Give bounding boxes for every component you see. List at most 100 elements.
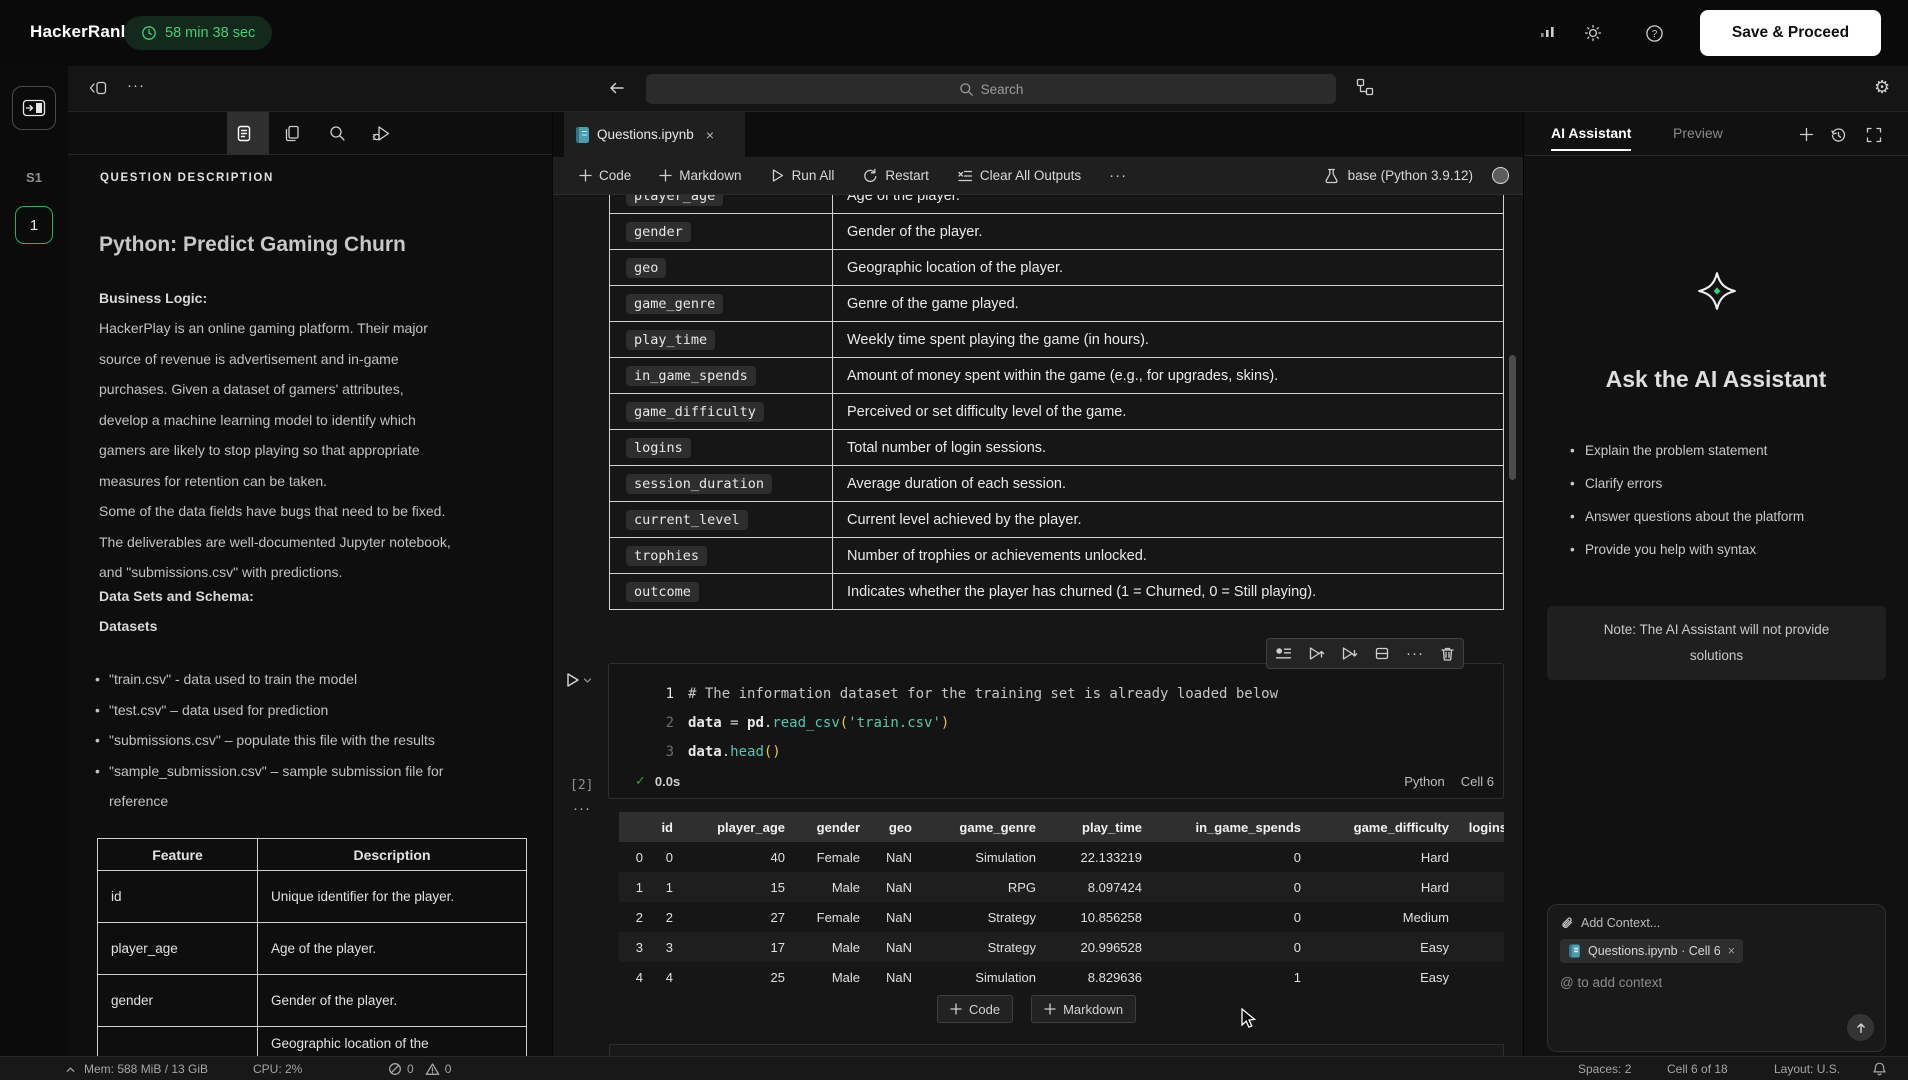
description-cell: Weekly time spent playing the game (in h… [833, 322, 1504, 358]
kernel-picker[interactable]: base (Python 3.9.12) [1324, 167, 1509, 184]
cell-menu-icon[interactable] [1275, 646, 1292, 661]
table-row: 3317MaleNaNStrategy20.9965280Easy [619, 932, 1504, 962]
collapse-panel-icon[interactable] [88, 79, 108, 97]
tab-ai-assistant[interactable]: AI Assistant [1551, 125, 1631, 151]
problems-indicator[interactable]: 0 0 [388, 1057, 451, 1080]
notebook-scroll-area: player_ageAge of the player. genderGende… [553, 195, 1524, 1056]
next-cell-partial [609, 1044, 1504, 1056]
table-row: trophiesNumber of trophies or achievemen… [610, 538, 1504, 574]
fullscreen-icon[interactable] [1866, 127, 1882, 143]
code-editor[interactable]: 1 # The information dataset for the trai… [609, 679, 1503, 766]
run-cells-above-icon[interactable] [1308, 646, 1325, 661]
search-input[interactable]: Search [646, 74, 1336, 104]
assistant-note-text: Note: The AI Assistant will not provide … [1586, 617, 1848, 669]
new-chat-icon[interactable] [1799, 127, 1814, 142]
add-code-cell-button[interactable]: Code [937, 995, 1013, 1023]
cell-language[interactable]: Python [1404, 774, 1444, 789]
description-cell: Age of the player. [258, 923, 527, 975]
code-cell[interactable]: 1 # The information dataset for the trai… [608, 663, 1504, 799]
table-row: in_game_spendsAmount of money spent with… [610, 358, 1504, 394]
tab-search-icon[interactable] [329, 125, 346, 142]
index-cell: 4 [619, 962, 649, 992]
clear-all-outputs-button[interactable]: Clear All Outputs [957, 168, 1081, 184]
context-chip-label: Questions.ipynb · Cell 6 [1588, 944, 1721, 958]
gear-icon[interactable]: ⚙ [1874, 77, 1890, 97]
cell: NaN [866, 842, 918, 872]
tab-preview[interactable]: Preview [1673, 125, 1723, 141]
run-cell-and-below-icon[interactable] [1341, 646, 1358, 661]
timer-badge: 58 min 38 sec [124, 16, 272, 50]
cell: NaN [866, 932, 918, 962]
toolbar-more-icon[interactable]: ··· [1109, 167, 1127, 184]
run-cell-button[interactable] [565, 672, 592, 688]
workflow-icon[interactable] [1356, 78, 1374, 96]
run-icon [565, 672, 580, 688]
datasets-schema-label: Data Sets and Schema: [99, 588, 254, 604]
table-header-row: Feature Description [98, 839, 527, 871]
tab-description-icon[interactable] [236, 125, 252, 142]
code-token: data [688, 715, 722, 731]
table-row: geoGeographic location of the player. [610, 250, 1504, 286]
tab-questions-ipynb[interactable]: Questions.ipynb × [564, 112, 745, 157]
brightness-icon[interactable] [1584, 24, 1602, 42]
description-cell: Average duration of each session. [833, 466, 1504, 502]
dataframe-table: id player_age gender geo game_genre play… [619, 812, 1504, 992]
remove-context-icon[interactable]: × [1728, 944, 1735, 958]
save-proceed-button[interactable]: Save & Proceed [1700, 10, 1881, 56]
vertical-scrollbar[interactable] [1509, 355, 1516, 480]
tab-close-icon[interactable]: × [706, 127, 714, 143]
cell: 0 [1148, 842, 1307, 872]
spaces-setting[interactable]: Spaces: 2 [1578, 1057, 1631, 1080]
tab-debug-icon[interactable] [372, 125, 391, 142]
feature-chip: game_genre [626, 294, 723, 314]
cell: 2 [649, 902, 679, 932]
column-header: gender [791, 812, 866, 842]
table-row: 2227FemaleNaNStrategy10.8562580Medium [619, 902, 1504, 932]
code-line: 3 data.head() [609, 737, 1503, 766]
notebook-toolbar: Code Markdown Run All Restart Clear All … [553, 157, 1523, 195]
add-code-cell-label: Code [969, 1002, 1000, 1017]
statusbar-expand-button[interactable] [64, 1057, 77, 1080]
paragraph-1: HackerPlay is an online gaming platform.… [99, 313, 455, 496]
cell: Easy [1307, 932, 1455, 962]
run-all-button[interactable]: Run All [770, 168, 835, 183]
add-markdown-button[interactable]: Markdown [659, 168, 741, 183]
cell: Simulation [918, 962, 1042, 992]
delete-cell-icon[interactable] [1440, 646, 1455, 662]
cell: Simulation [918, 842, 1042, 872]
notifications-bell-icon[interactable] [1872, 1057, 1887, 1080]
table-row: genderGender of the player. [610, 214, 1504, 250]
split-cell-icon[interactable] [1374, 646, 1390, 661]
collapse-sidebar-button[interactable] [12, 86, 56, 130]
send-button[interactable] [1847, 1014, 1874, 1041]
description-cell: Amount of money spent within the game (e… [833, 358, 1504, 394]
restart-button[interactable]: Restart [862, 168, 929, 184]
line-number: 3 [609, 744, 674, 760]
context-chip[interactable]: Questions.ipynb · Cell 6 × [1560, 939, 1743, 963]
keyboard-layout[interactable]: Layout: U.S. [1774, 1057, 1840, 1080]
assistant-input-card[interactable]: Add Context... Questions.ipynb · Cell 6 … [1547, 904, 1886, 1052]
add-context-button[interactable]: Add Context... [1560, 916, 1873, 930]
signal-b级ars-icon[interactable] [1540, 24, 1556, 40]
column-header: in_game_spends [1148, 812, 1307, 842]
kernel-label: base (Python 3.9.12) [1348, 168, 1473, 183]
add-code-button[interactable]: Code [579, 168, 631, 183]
back-arrow-icon[interactable] [608, 80, 626, 96]
cell-more-icon[interactable]: ··· [1406, 645, 1424, 662]
column-header-description: Description [258, 839, 527, 871]
message-input-placeholder[interactable]: @ to add context [1560, 975, 1873, 990]
description-cell: Unique identifier for the player. [258, 871, 527, 923]
history-icon[interactable] [1830, 127, 1847, 144]
tab-files-icon[interactable] [284, 125, 300, 142]
panel-more-icon[interactable]: ··· [127, 77, 145, 94]
help-icon[interactable]: ? [1645, 24, 1664, 43]
column-header: geo [866, 812, 918, 842]
output-menu-icon[interactable]: ··· [573, 800, 591, 817]
column-header-feature: Feature [98, 839, 258, 871]
code-token: ) [941, 715, 949, 731]
add-markdown-cell-button[interactable]: Markdown [1031, 995, 1136, 1023]
cell [1455, 902, 1504, 932]
run-all-icon [770, 168, 785, 183]
feature-chip: trophies [626, 546, 707, 566]
question-1-button[interactable]: 1 [15, 206, 53, 244]
